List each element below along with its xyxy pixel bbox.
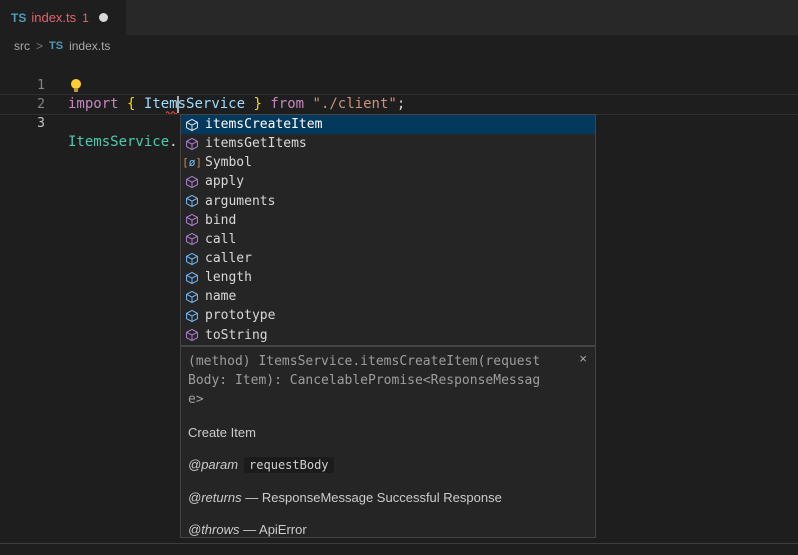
suggestion-label: call bbox=[205, 232, 236, 247]
chevron-right-icon: > bbox=[36, 39, 43, 53]
doc-tag-label: @param bbox=[188, 457, 238, 472]
suggestion-item[interactable]: [ø] Symbol bbox=[181, 153, 595, 172]
suggestion-item[interactable]: [ø] prototype bbox=[181, 306, 595, 325]
suggestion-label: length bbox=[205, 270, 252, 285]
typescript-file-icon: TS bbox=[49, 40, 63, 52]
unsaved-dot-icon[interactable] bbox=[99, 13, 108, 22]
suggestion-item[interactable]: [ø] itemsCreateItem bbox=[181, 115, 595, 134]
suggestion-label: bind bbox=[205, 213, 236, 228]
code-text: ItemsService. bbox=[68, 133, 178, 152]
close-icon[interactable]: × bbox=[579, 351, 587, 366]
suggestion-label: Symbol bbox=[205, 155, 252, 170]
code-token: ItemsService bbox=[68, 134, 169, 150]
suggestion-label: toString bbox=[205, 328, 268, 343]
suggestion-label: caller bbox=[205, 251, 252, 266]
symbol-kind-icon: [ø] bbox=[184, 231, 200, 247]
symbol-kind-icon: [ø] bbox=[184, 289, 200, 305]
doc-tag-throws: @throws — ApiError bbox=[188, 520, 587, 539]
doc-tag-label: @returns bbox=[188, 490, 242, 505]
suggest-list: [ø] itemsCreateItem [ø] itemsGetItems [ø… bbox=[181, 115, 595, 345]
symbol-kind-icon: [ø] bbox=[184, 193, 200, 209]
tab-bar: TS index.ts 1 bbox=[0, 0, 798, 35]
breadcrumb-item-file[interactable]: index.ts bbox=[69, 39, 110, 53]
suggestion-item[interactable]: [ø] caller bbox=[181, 249, 595, 268]
symbol-kind-icon: [ø] bbox=[184, 117, 200, 133]
code-line[interactable]: 2 bbox=[0, 76, 798, 95]
suggestion-item[interactable]: [ø] call bbox=[181, 230, 595, 249]
code-editor[interactable]: 1 import { ItemsService } from "./client… bbox=[0, 57, 798, 117]
code-line[interactable]: 1 import { ItemsService } from "./client… bbox=[0, 57, 798, 76]
suggestion-item[interactable]: [ø] arguments bbox=[181, 192, 595, 211]
breadcrumb-item-src[interactable]: src bbox=[14, 39, 30, 53]
doc-tag-text: — ApiError bbox=[243, 522, 307, 537]
symbol-kind-icon: [ø] bbox=[184, 174, 200, 190]
doc-tag-param: @param requestBody bbox=[188, 455, 587, 475]
doc-tag-label: @throws bbox=[188, 522, 240, 537]
symbol-kind-icon: [ø] bbox=[184, 155, 200, 171]
suggest-widget: [ø] itemsCreateItem [ø] itemsGetItems [ø… bbox=[180, 114, 596, 346]
text-cursor bbox=[177, 96, 179, 113]
symbol-kind-icon: [ø] bbox=[184, 308, 200, 324]
tab-title: index.ts bbox=[31, 10, 76, 25]
symbol-kind-icon: [ø] bbox=[184, 270, 200, 286]
code-token: . bbox=[169, 134, 177, 150]
suggestion-label: itemsCreateItem bbox=[205, 117, 322, 132]
suggestion-item[interactable]: [ø] length bbox=[181, 268, 595, 287]
suggestion-label: itemsGetItems bbox=[205, 136, 307, 151]
tab-index-ts[interactable]: TS index.ts 1 bbox=[0, 0, 126, 35]
doc-tag-text: — ResponseMessage Successful Response bbox=[245, 490, 502, 505]
suggest-docs-panel: × (method) ItemsService.itemsCreateItem(… bbox=[180, 346, 596, 538]
symbol-kind-icon: [ø] bbox=[184, 136, 200, 152]
code-line-active[interactable]: 3 ItemsService. bbox=[0, 94, 798, 115]
suggestion-item[interactable]: [ø] apply bbox=[181, 172, 595, 191]
symbol-kind-icon: [ø] bbox=[184, 251, 200, 267]
error-squiggle-icon bbox=[166, 110, 177, 114]
line-number: 3 bbox=[0, 114, 45, 133]
doc-summary: Create Item bbox=[188, 423, 587, 442]
suggestion-item[interactable]: [ø] bind bbox=[181, 211, 595, 230]
tab-problem-count: 1 bbox=[82, 11, 89, 25]
doc-param-chip: requestBody bbox=[244, 457, 333, 473]
breadcrumb: src > TS index.ts bbox=[0, 35, 798, 57]
doc-tag-returns: @returns — ResponseMessage Successful Re… bbox=[188, 488, 587, 507]
suggestion-label: apply bbox=[205, 174, 244, 189]
symbol-kind-icon: [ø] bbox=[184, 212, 200, 228]
suggestion-label: prototype bbox=[205, 308, 275, 323]
panel-divider bbox=[0, 543, 798, 544]
suggestion-item[interactable]: [ø] name bbox=[181, 287, 595, 306]
typescript-file-icon: TS bbox=[11, 11, 26, 25]
doc-signature: (method) ItemsService.itemsCreateItem(re… bbox=[188, 352, 541, 409]
suggestion-item[interactable]: [ø] toString bbox=[181, 326, 595, 345]
suggestion-label: name bbox=[205, 289, 236, 304]
vscode-window: TS index.ts 1 src > TS index.ts 1 import… bbox=[0, 0, 798, 555]
suggestion-item[interactable]: [ø] itemsGetItems bbox=[181, 134, 595, 153]
lightbulb-icon[interactable] bbox=[71, 79, 81, 93]
suggestion-label: arguments bbox=[205, 194, 275, 209]
symbol-kind-icon: [ø] bbox=[184, 327, 200, 343]
